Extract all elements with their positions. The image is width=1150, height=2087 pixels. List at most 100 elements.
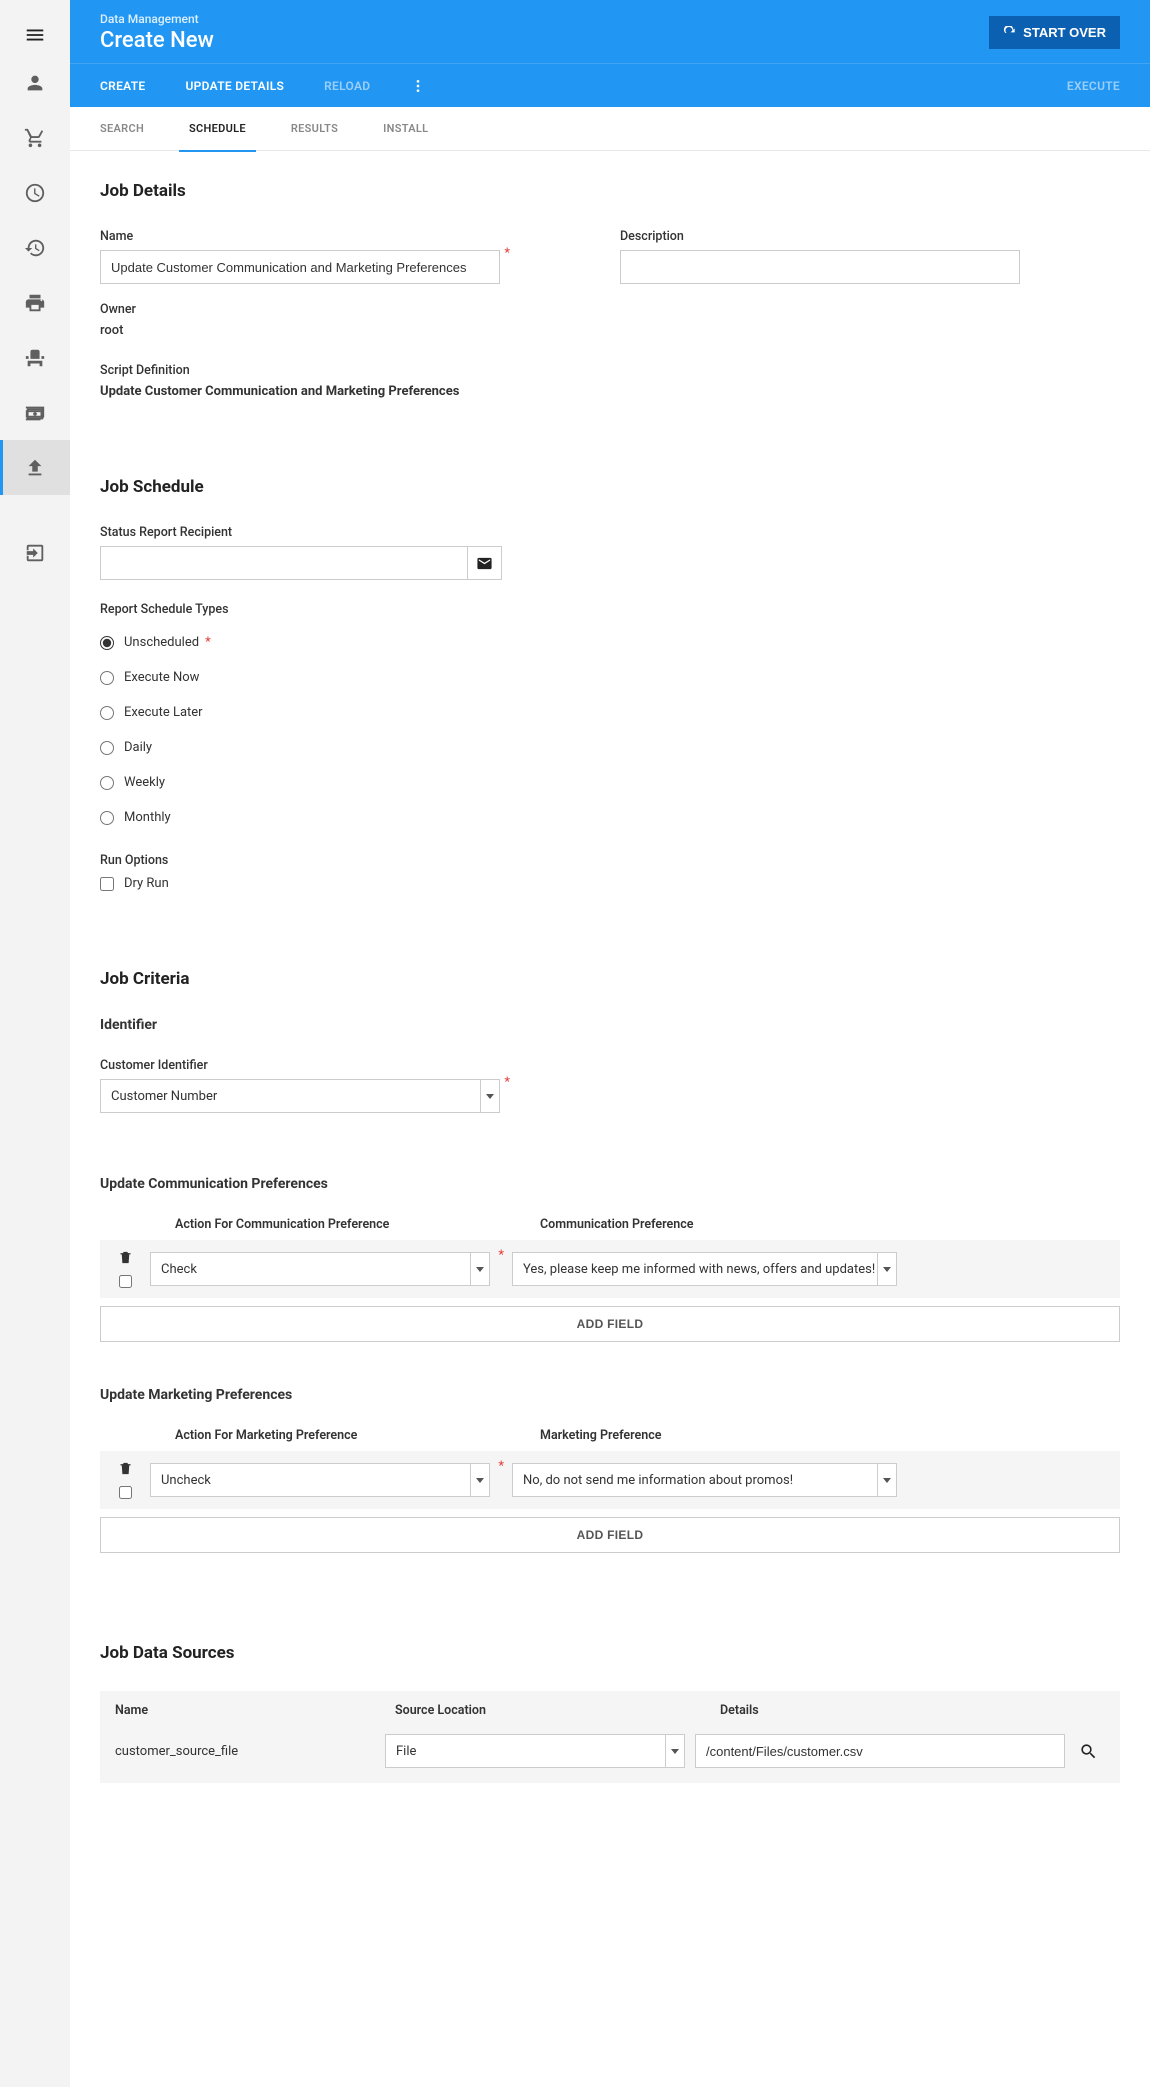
owner-value: root xyxy=(100,323,1120,338)
seat-icon[interactable] xyxy=(0,330,70,385)
radio-monthly[interactable] xyxy=(100,811,114,825)
ucp-pref-value: Yes, please keep me informed with news, … xyxy=(523,1262,875,1277)
ucp-col1: Action For Communication Preference xyxy=(175,1217,540,1232)
required-star: * xyxy=(205,635,211,650)
script-def-label: Script Definition xyxy=(100,363,1120,378)
start-over-label: START OVER xyxy=(1023,25,1106,40)
ucp-col2: Communication Preference xyxy=(540,1217,694,1232)
chevron-down-icon xyxy=(877,1464,895,1496)
clock-icon[interactable] xyxy=(0,165,70,220)
ds-location-col: Source Location xyxy=(395,1703,720,1718)
ump-row-checkbox[interactable] xyxy=(119,1486,132,1499)
ump-action-select[interactable]: Uncheck xyxy=(150,1463,490,1497)
section-job-schedule: Job Schedule xyxy=(100,477,1120,497)
customer-id-select[interactable]: Customer Number xyxy=(100,1079,500,1113)
radio-daily[interactable] xyxy=(100,741,114,755)
page-header: Data Management Create New START OVER xyxy=(70,0,1150,63)
recipient-input[interactable] xyxy=(100,546,468,580)
tab-search[interactable]: SEARCH xyxy=(100,107,144,151)
ds-location-select[interactable]: File xyxy=(385,1734,685,1768)
dry-run-checkbox[interactable] xyxy=(100,877,114,891)
name-input[interactable] xyxy=(100,250,500,284)
section-job-criteria: Job Criteria xyxy=(100,969,1120,989)
payments-icon[interactable] xyxy=(0,385,70,440)
ucp-action-value: Check xyxy=(161,1262,197,1277)
ucp-row: Check * Yes, please keep me informed wit… xyxy=(100,1240,1120,1298)
menu-icon[interactable] xyxy=(0,15,70,55)
action-bar: CREATE UPDATE DETAILS RELOAD EXECUTE xyxy=(70,63,1150,107)
radio-unscheduled[interactable] xyxy=(100,636,114,650)
ucp-add-field-button[interactable]: ADD FIELD xyxy=(100,1306,1120,1342)
update-details-action[interactable]: UPDATE DETAILS xyxy=(185,79,284,93)
customer-id-value: Customer Number xyxy=(111,1089,217,1104)
start-over-button[interactable]: START OVER xyxy=(989,16,1120,49)
radio-weekly[interactable] xyxy=(100,776,114,790)
tab-schedule[interactable]: SCHEDULE xyxy=(189,107,246,151)
radio-execute-later-label[interactable]: Execute Later xyxy=(124,705,203,720)
identifier-heading: Identifier xyxy=(100,1017,1120,1033)
more-actions-icon[interactable] xyxy=(410,78,426,94)
execute-action[interactable]: EXECUTE xyxy=(1067,79,1120,93)
ucp-heading: Update Communication Preferences xyxy=(100,1176,1120,1192)
ds-location-value: File xyxy=(396,1744,416,1759)
radio-execute-later[interactable] xyxy=(100,706,114,720)
recipient-label: Status Report Recipient xyxy=(100,525,1120,540)
ucp-pref-select[interactable]: Yes, please keep me informed with news, … xyxy=(512,1252,897,1286)
ump-pref-value: No, do not send me information about pro… xyxy=(523,1473,793,1488)
search-icon xyxy=(1079,1742,1098,1761)
customer-id-label: Customer Identifier xyxy=(100,1058,1120,1073)
ump-pref-select[interactable]: No, do not send me information about pro… xyxy=(512,1463,897,1497)
chevron-down-icon xyxy=(470,1464,488,1496)
content: Job Details Name * Description Owner roo… xyxy=(70,151,1150,1823)
ump-heading: Update Marketing Preferences xyxy=(100,1387,1120,1403)
ds-details-col: Details xyxy=(720,1703,759,1718)
mail-button[interactable] xyxy=(468,546,502,580)
radio-execute-now[interactable] xyxy=(100,671,114,685)
logout-icon[interactable] xyxy=(0,525,70,580)
ds-details-input[interactable] xyxy=(695,1734,1065,1768)
dry-run-label[interactable]: Dry Run xyxy=(124,876,169,891)
ucp-action-select[interactable]: Check xyxy=(150,1252,490,1286)
print-icon[interactable] xyxy=(0,275,70,330)
upload-icon[interactable] xyxy=(0,440,70,495)
radio-execute-now-label[interactable]: Execute Now xyxy=(124,670,199,685)
radio-daily-label[interactable]: Daily xyxy=(124,740,152,755)
reload-action[interactable]: RELOAD xyxy=(324,79,370,93)
ump-table: Action For Marketing Preference Marketin… xyxy=(100,1428,1120,1553)
page-title: Create New xyxy=(100,28,214,53)
run-options-label: Run Options xyxy=(100,853,1120,868)
chevron-down-icon xyxy=(665,1735,683,1767)
left-sidebar xyxy=(0,0,70,2087)
ucp-row-checkbox[interactable] xyxy=(119,1275,132,1288)
breadcrumb[interactable]: Data Management xyxy=(100,12,214,26)
name-label: Name xyxy=(100,229,500,244)
chevron-down-icon xyxy=(480,1080,498,1112)
trash-icon[interactable] xyxy=(118,1250,133,1265)
ump-row: Uncheck * No, do not send me information… xyxy=(100,1451,1120,1509)
radio-monthly-label[interactable]: Monthly xyxy=(124,810,171,825)
main-area: Data Management Create New START OVER CR… xyxy=(70,0,1150,1823)
ump-col2: Marketing Preference xyxy=(540,1428,661,1443)
data-sources-table: Name Source Location Details customer_so… xyxy=(100,1691,1120,1783)
radio-weekly-label[interactable]: Weekly xyxy=(124,775,165,790)
description-input[interactable] xyxy=(620,250,1020,284)
cart-icon[interactable] xyxy=(0,110,70,165)
section-job-data-sources: Job Data Sources xyxy=(100,1643,1120,1663)
radio-unscheduled-label[interactable]: Unscheduled xyxy=(124,635,199,650)
ucp-table: Action For Communication Preference Comm… xyxy=(100,1217,1120,1342)
ump-add-field-button[interactable]: ADD FIELD xyxy=(100,1517,1120,1553)
trash-icon[interactable] xyxy=(118,1461,133,1476)
ump-action-value: Uncheck xyxy=(161,1473,211,1488)
ump-col1: Action For Marketing Preference xyxy=(175,1428,540,1443)
sub-tabs: SEARCH SCHEDULE RESULTS INSTALL xyxy=(70,107,1150,151)
create-action[interactable]: CREATE xyxy=(100,79,145,93)
section-job-details: Job Details xyxy=(100,181,1120,201)
tab-results[interactable]: RESULTS xyxy=(291,107,338,151)
ds-name-col: Name xyxy=(115,1703,395,1718)
tab-install[interactable]: INSTALL xyxy=(383,107,428,151)
description-label: Description xyxy=(620,229,1020,244)
schedule-types-label: Report Schedule Types xyxy=(100,602,1120,617)
user-icon[interactable] xyxy=(0,55,70,110)
ds-search-button[interactable] xyxy=(1071,1734,1105,1768)
history-icon[interactable] xyxy=(0,220,70,275)
